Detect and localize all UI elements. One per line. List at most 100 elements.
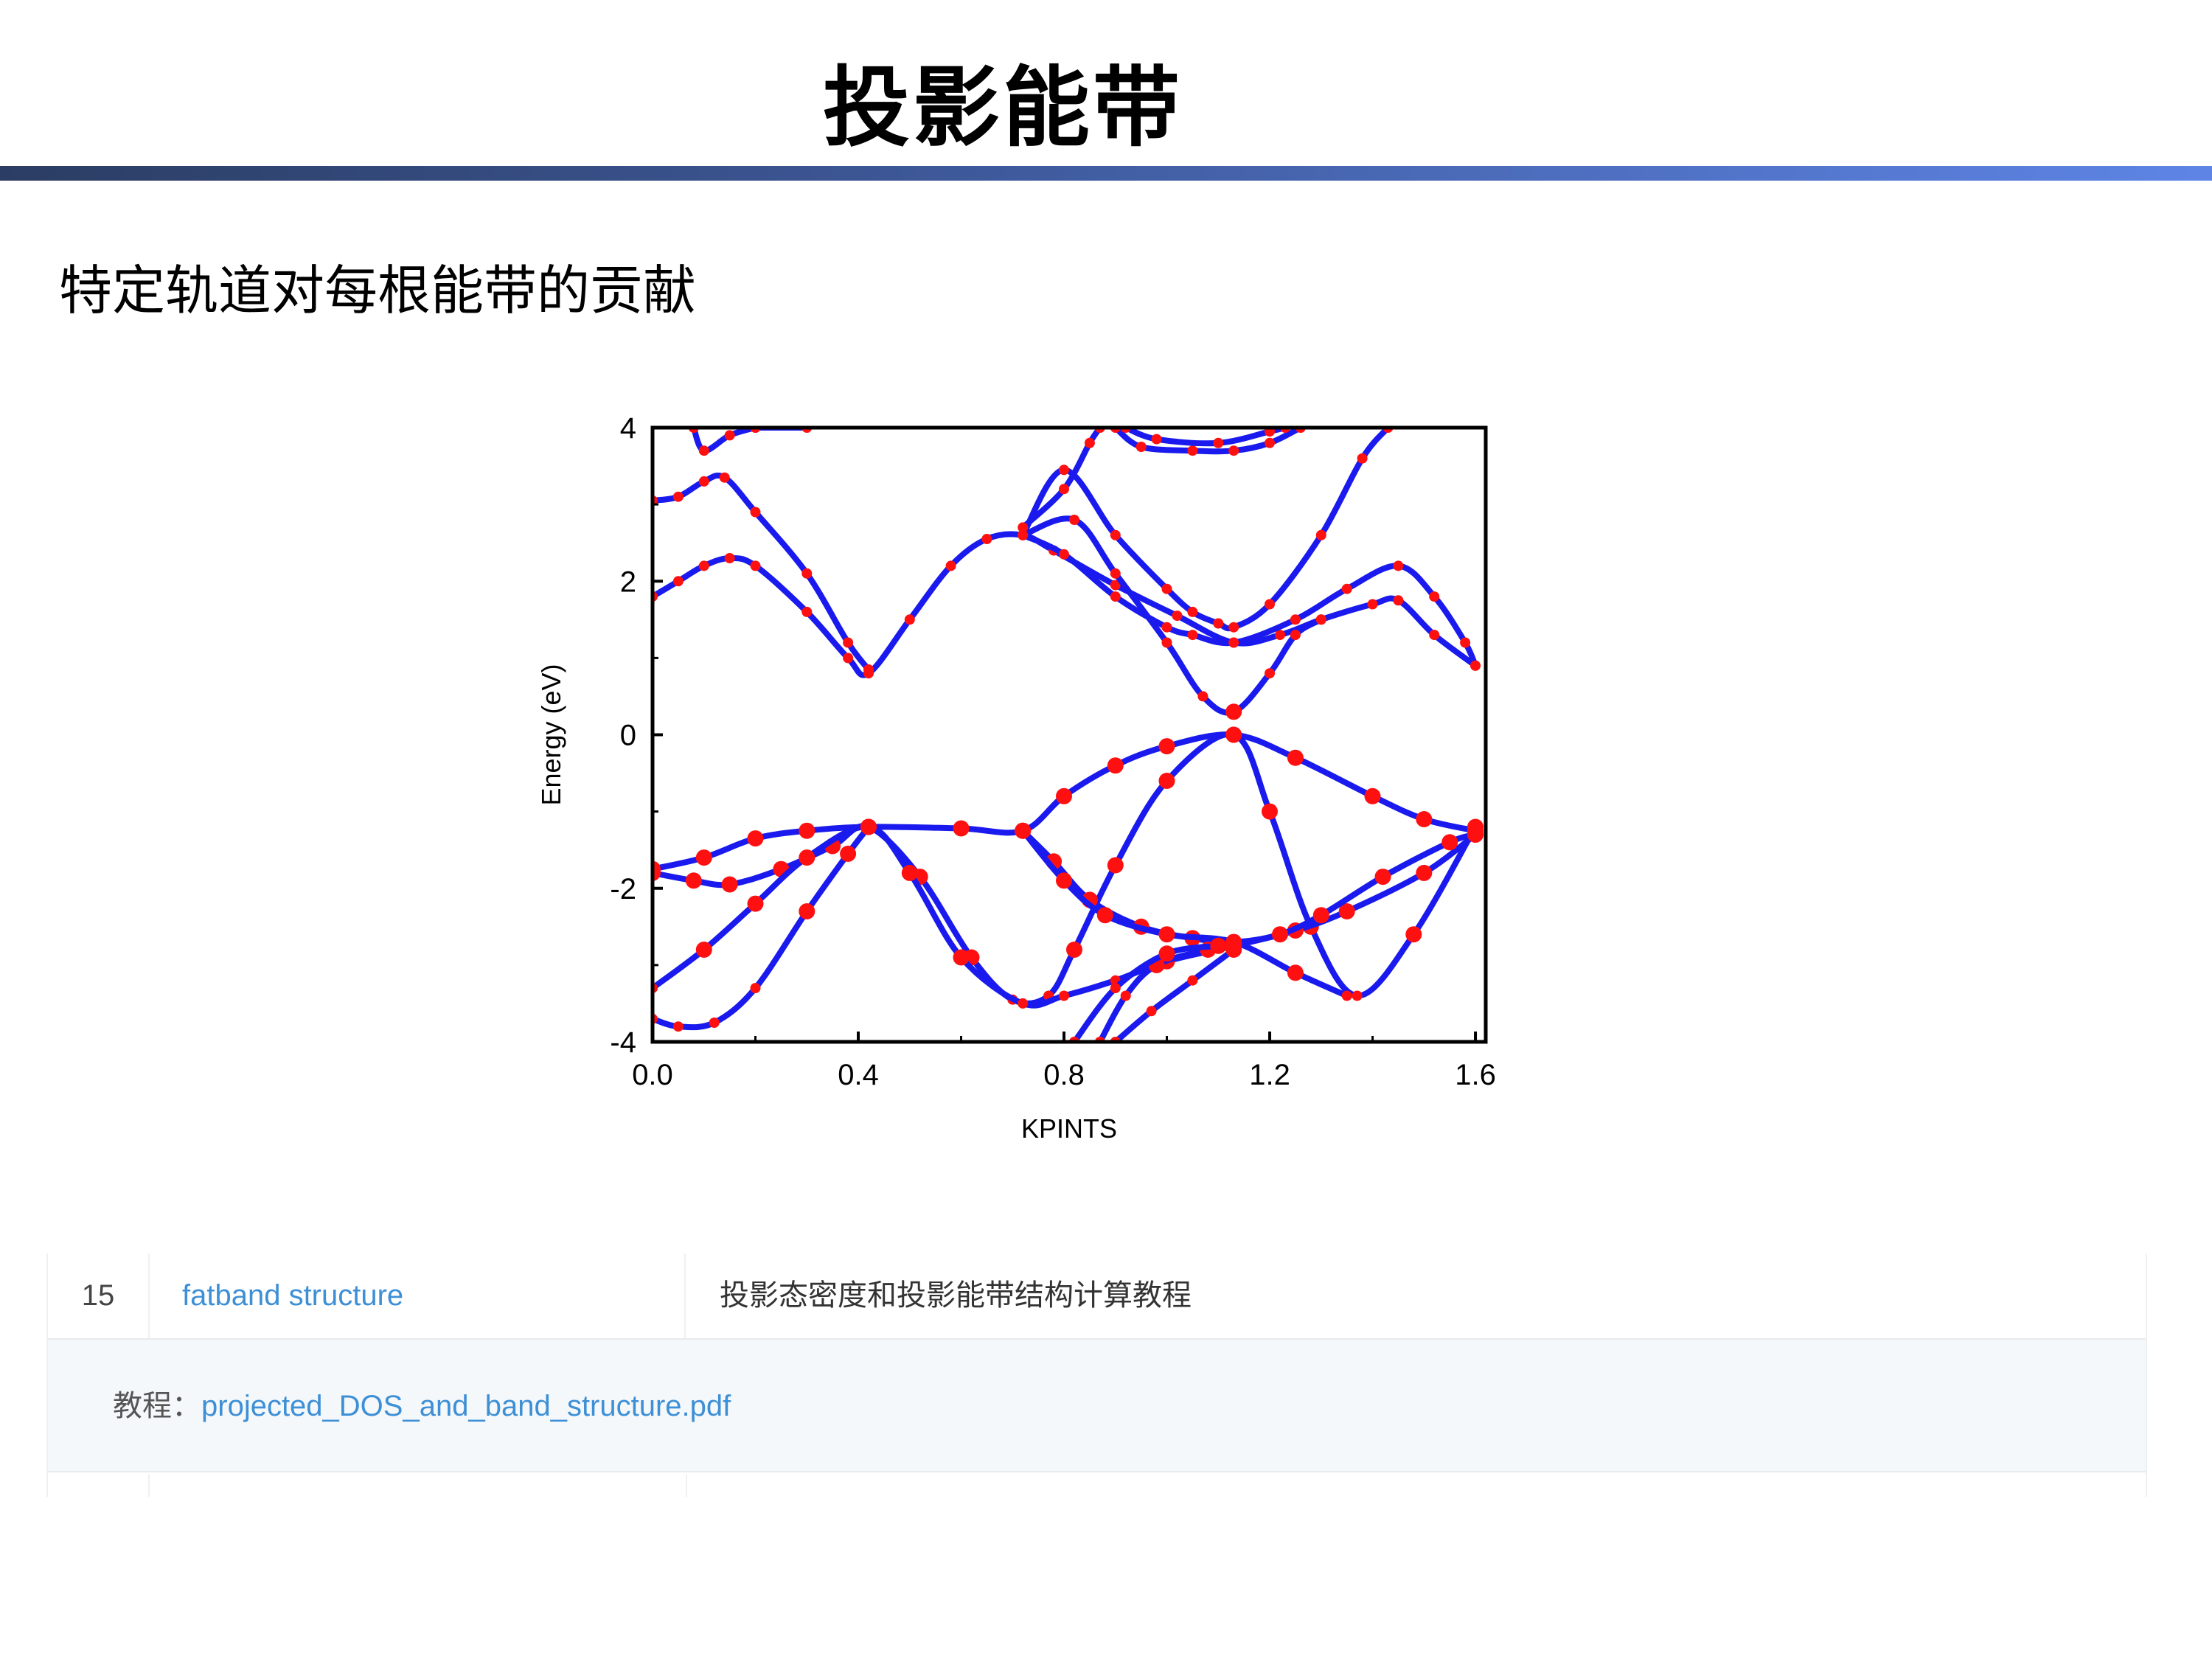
projection-point	[1187, 606, 1198, 617]
projection-point	[1059, 990, 1069, 1001]
table-row-next	[48, 1474, 2146, 1497]
projection-point	[1096, 907, 1113, 924]
projection-point	[1187, 630, 1198, 641]
x-tick-label: 0.4	[838, 1059, 879, 1091]
projection-point	[1210, 937, 1227, 954]
projection-point	[1429, 630, 1440, 641]
projection-point	[1357, 453, 1368, 464]
projection-point	[724, 430, 735, 441]
tutorial-name-link[interactable]: fatband structure	[150, 1253, 686, 1338]
projection-point	[840, 845, 857, 862]
projection-point	[1315, 614, 1326, 625]
projection-point	[1084, 437, 1095, 448]
projection-point	[1187, 445, 1198, 456]
table-row: 15 fatband structure 投影态密度和投影能带结构计算教程	[48, 1253, 2146, 1340]
projection-point	[1470, 660, 1481, 671]
projection-point	[901, 864, 918, 881]
projection-point	[1228, 622, 1239, 633]
projection-point	[1069, 515, 1079, 525]
x-axis-label: KPINTS	[1021, 1113, 1117, 1144]
projection-point	[698, 476, 709, 487]
projection-point	[1056, 787, 1072, 804]
pdf-file-link[interactable]: projected_DOS_and_band_structure.pdf	[201, 1390, 731, 1422]
projection-point	[1059, 484, 1069, 495]
projection-point	[1265, 668, 1275, 679]
projection-point	[1161, 622, 1172, 633]
projection-point	[1172, 611, 1183, 622]
y-tick-label: 2	[620, 566, 636, 598]
projection-point	[945, 560, 956, 571]
projection-point	[1265, 437, 1275, 448]
projection-point	[801, 568, 813, 579]
projection-point	[1158, 945, 1175, 962]
band-line-16	[1122, 428, 1288, 447]
projection-point	[719, 472, 730, 483]
row-number: 15	[48, 1253, 150, 1338]
projection-point	[672, 1021, 684, 1032]
projection-point	[750, 983, 761, 994]
band-structure-chart: 0.0 0.4 0.8 1.2 1.6 4 2 0 -2 -4 KPINTS Energy (eV)	[536, 412, 1496, 1144]
projection-point	[1416, 864, 1433, 881]
projection-point	[1374, 869, 1391, 886]
projection-point	[1467, 826, 1484, 843]
projection-point	[1197, 691, 1208, 702]
projection-point	[1367, 599, 1378, 610]
projection-point	[1225, 942, 1242, 958]
y-tick-label: 4	[620, 412, 636, 445]
projection-point	[709, 1018, 720, 1028]
projection-point	[747, 895, 764, 912]
projection-point	[1015, 822, 1032, 839]
projection-point	[1161, 637, 1172, 648]
projection-point	[863, 664, 874, 675]
projection-point	[1393, 595, 1404, 606]
y-tick-label: -2	[610, 873, 636, 905]
projection-point	[747, 830, 764, 847]
x-tick-label: 0.0	[632, 1059, 673, 1091]
tutorial-description: 投影态密度和投影能带结构计算教程	[720, 1279, 1192, 1312]
projection-point	[1187, 975, 1198, 986]
projection-point	[799, 822, 815, 839]
projection-point	[1287, 749, 1304, 766]
projection-point	[1228, 445, 1239, 456]
projection-point	[1290, 630, 1301, 641]
projection-point	[1416, 811, 1433, 827]
projection-point	[698, 560, 709, 571]
projection-point	[953, 949, 970, 966]
projection-point	[1158, 773, 1175, 789]
projection-point	[799, 903, 815, 919]
projection-point	[1341, 583, 1352, 594]
projection-point	[1262, 803, 1278, 820]
projection-point	[1120, 990, 1131, 1001]
projection-point	[1265, 599, 1275, 610]
projection-point	[1352, 990, 1363, 1001]
detail-label: 教程：	[113, 1390, 201, 1422]
projection-point	[672, 576, 684, 587]
projection-point	[750, 560, 761, 571]
projection-point	[698, 445, 709, 456]
projection-point	[1429, 591, 1440, 602]
projection-point	[1110, 983, 1121, 994]
projection-point	[1056, 872, 1072, 889]
tutorial-table: 15 fatband structure 投影态密度和投影能带结构计算教程 教程…	[46, 1253, 2147, 1497]
projection-point	[1059, 549, 1069, 560]
projection-point	[981, 534, 992, 544]
projection-point	[1228, 637, 1239, 648]
projection-point	[1287, 964, 1304, 981]
y-tick-label: 0	[620, 720, 636, 752]
projection-point	[1312, 907, 1329, 924]
projection-point	[1341, 990, 1352, 1001]
x-tick-label: 1.2	[1249, 1059, 1290, 1091]
projection-point	[724, 553, 735, 563]
projection-point	[672, 491, 684, 502]
projection-point	[1135, 442, 1147, 452]
projection-point	[1158, 738, 1175, 755]
projection-point	[860, 818, 877, 835]
x-tick-label: 1.6	[1455, 1059, 1496, 1091]
projection-point	[799, 849, 815, 866]
band-line-4	[1020, 827, 1478, 945]
projection-point	[1066, 942, 1082, 958]
projection-point	[1110, 568, 1121, 579]
tutorial-detail-row: 教程：projected_DOS_and_band_structure.pdf	[48, 1340, 2146, 1472]
band-line-11	[1020, 532, 1478, 669]
x-tick-label: 0.8	[1043, 1059, 1085, 1091]
